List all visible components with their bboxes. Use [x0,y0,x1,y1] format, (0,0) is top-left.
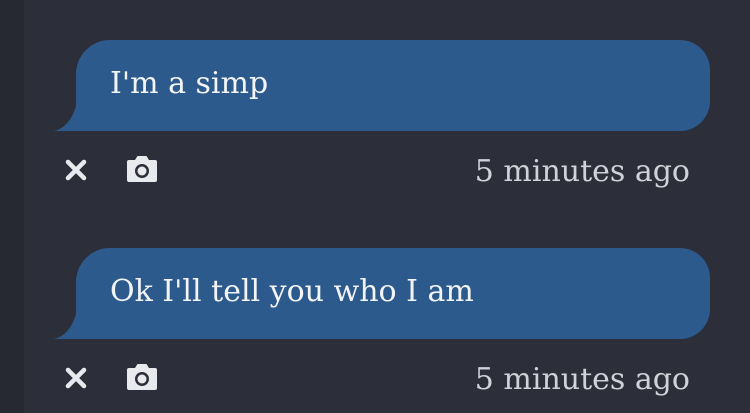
message-text: I'm a simp [110,66,269,101]
message-actions [60,358,200,398]
message-actions [60,150,200,190]
message-timestamp: 5 minutes ago [474,362,690,397]
chat-message: I'm a simp 5 minutes ago [0,40,750,210]
message-timestamp: 5 minutes ago [474,154,690,189]
camera-icon[interactable] [124,361,160,393]
close-icon[interactable] [62,364,90,392]
message-text: Ok I'll tell you who I am [110,274,474,309]
chat-message: Ok I'll tell you who I am 5 minutes ago [0,248,750,413]
camera-icon[interactable] [124,153,160,185]
close-icon[interactable] [62,156,90,184]
